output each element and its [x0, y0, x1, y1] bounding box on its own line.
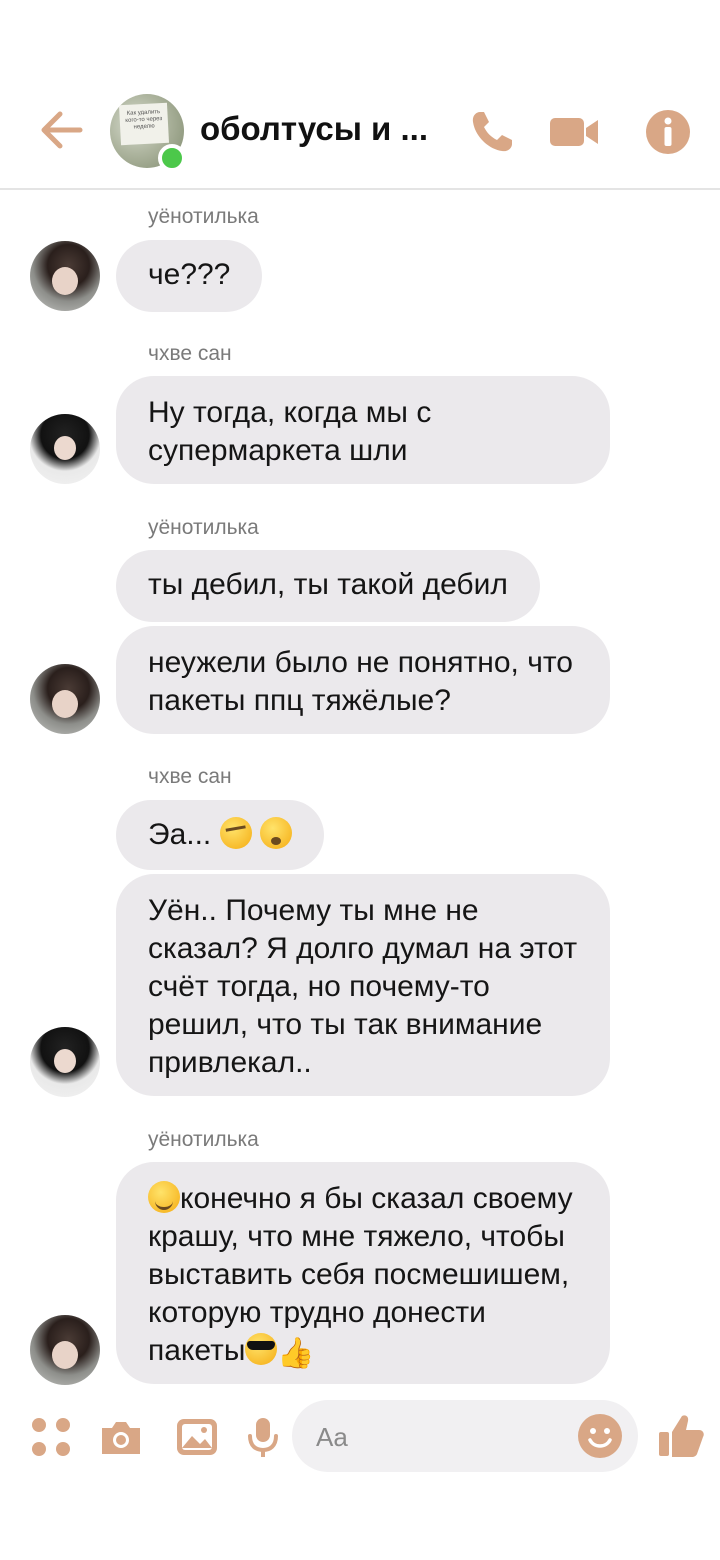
phone-icon[interactable]	[466, 106, 518, 158]
message-bubble[interactable]: Уён.. Почему ты мне не сказал? Я долго д…	[116, 874, 610, 1096]
online-status-dot	[158, 144, 186, 172]
sunglasses-emoji-icon	[245, 1333, 278, 1365]
camera-icon[interactable]	[98, 1414, 144, 1460]
message-text: Уён.. Почему ты мне не сказал? Я долго д…	[148, 894, 578, 1079]
group-avatar-note: Как удалить кого-то через неделю	[118, 102, 170, 146]
avatar[interactable]	[30, 1027, 100, 1097]
message-bubble[interactable]: неужели было не понятно, что пакеты ппц …	[116, 626, 610, 734]
chat-title[interactable]: оболтусы и ...	[200, 110, 440, 148]
sender-name: чхве сан	[148, 765, 232, 788]
sender-name: уёнотилька	[148, 516, 259, 539]
chat-header: Как удалить кого-то через неделю оболтус…	[0, 0, 720, 190]
avatar[interactable]	[30, 664, 100, 734]
message-bubble[interactable]: Эа...	[116, 800, 324, 870]
message-input-placeholder: Aa	[316, 1422, 348, 1452]
message-input[interactable]: Aa	[292, 1400, 638, 1472]
sender-name: чхве сан	[148, 342, 232, 365]
message-text: конечно я бы сказал своему крашу, что мн…	[148, 1182, 573, 1367]
message-bubble[interactable]: Ну тогда, когда мы с супермаркета шли	[116, 376, 610, 484]
raised-eyebrow-emoji-icon	[259, 817, 292, 849]
apps-icon[interactable]	[28, 1414, 74, 1460]
thumbs-up-icon[interactable]	[656, 1410, 706, 1460]
avatar[interactable]	[30, 414, 100, 484]
info-icon[interactable]	[642, 106, 694, 158]
gallery-icon[interactable]	[174, 1414, 220, 1460]
message-composer: Aa	[0, 1396, 720, 1480]
message-text: ты дебил, ты такой дебил	[148, 568, 508, 601]
sender-name: уёнотилька	[148, 1128, 259, 1151]
avatar[interactable]	[30, 241, 100, 311]
message-bubble[interactable]: че???	[116, 240, 263, 312]
back-arrow-icon[interactable]	[36, 104, 88, 156]
message-bubble[interactable]: ты дебил, ты такой дебил	[116, 550, 540, 622]
microphone-icon[interactable]	[240, 1414, 286, 1460]
emoji-icon[interactable]	[576, 1412, 624, 1460]
video-camera-icon[interactable]	[548, 106, 600, 158]
message-text: неужели было не понятно, что пакеты ппц …	[148, 646, 573, 717]
sender-name: уёнотилька	[148, 205, 259, 228]
avatar[interactable]	[30, 1315, 100, 1385]
thinking-face-emoji-icon	[219, 817, 252, 849]
message-text: Ну тогда, когда мы с супермаркета шли	[148, 396, 432, 467]
message-bubble[interactable]: конечно я бы сказал своему крашу, что мн…	[116, 1162, 610, 1384]
message-text: Эа...	[148, 818, 220, 851]
message-text: че???	[148, 258, 231, 291]
thumbs-up-emoji-icon: 👍	[277, 1337, 315, 1370]
smiling-face-emoji-icon	[148, 1181, 180, 1213]
